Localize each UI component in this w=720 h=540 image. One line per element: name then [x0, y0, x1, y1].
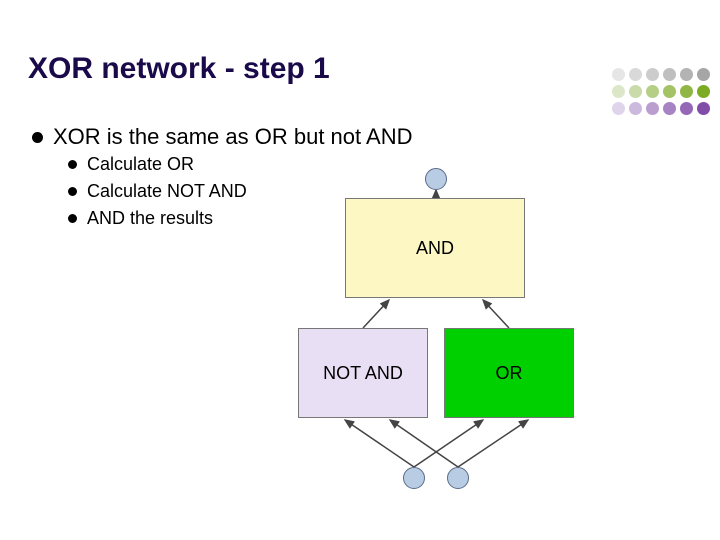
not-and-gate-box: NOT AND: [298, 328, 428, 418]
and-gate-box: AND: [345, 198, 525, 298]
not-and-gate-label: NOT AND: [323, 363, 403, 384]
xor-network-diagram: AND NOT AND OR: [0, 0, 720, 540]
or-gate-label: OR: [496, 363, 523, 384]
or-gate-box: OR: [444, 328, 574, 418]
input-node-2: [447, 467, 469, 489]
output-node: [425, 168, 447, 190]
input-node-1: [403, 467, 425, 489]
and-gate-label: AND: [416, 238, 454, 259]
